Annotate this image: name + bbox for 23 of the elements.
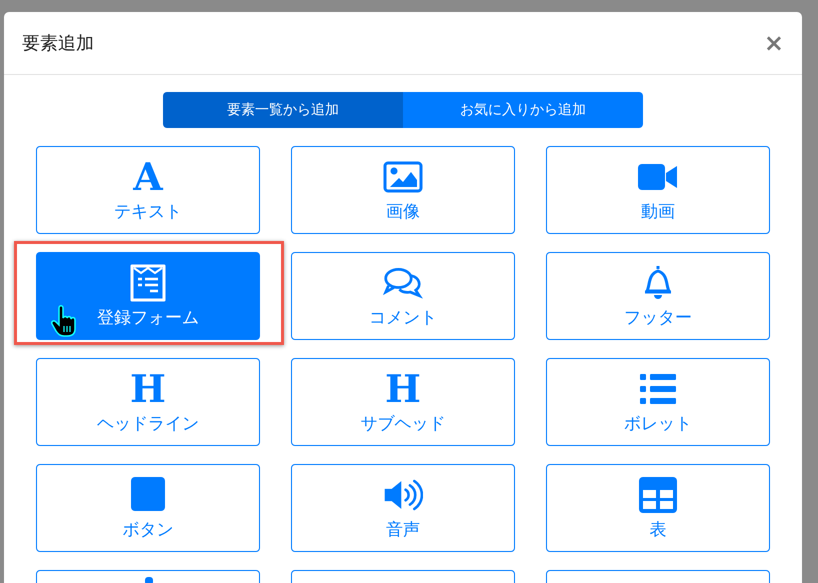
element-card[interactable]: フッター <box>546 252 770 340</box>
element-card[interactable]: ボレット <box>546 358 770 446</box>
glyph-icon: H <box>130 370 166 408</box>
element-card[interactable]: コメント <box>291 252 515 340</box>
element-card[interactable]: A テキスト <box>36 146 260 234</box>
dialog-title: 要素追加 <box>22 32 94 55</box>
form-icon <box>128 264 168 302</box>
element-card[interactable]: 表 <box>546 464 770 552</box>
element-card[interactable]: H ヘッドライン <box>36 358 260 446</box>
element-card[interactable]: 音声 <box>291 464 515 552</box>
glyph-icon: A <box>133 158 163 196</box>
glyph-icon: H <box>385 370 421 408</box>
tab[interactable]: 要素一覧から追加 <box>163 92 403 128</box>
tab[interactable]: お気に入りから追加 <box>403 92 643 128</box>
partial-icon <box>145 577 153 583</box>
table-icon <box>638 476 678 514</box>
close-button[interactable]: × <box>764 31 784 55</box>
element-card[interactable]: 画像 <box>291 146 515 234</box>
element-card[interactable]: 動画 <box>546 146 770 234</box>
element-card[interactable]: H サブヘッド <box>291 358 515 446</box>
square-icon <box>128 476 168 514</box>
element-card[interactable]: ボタン <box>36 464 260 552</box>
element-card[interactable]: 登録フォーム <box>36 252 260 340</box>
